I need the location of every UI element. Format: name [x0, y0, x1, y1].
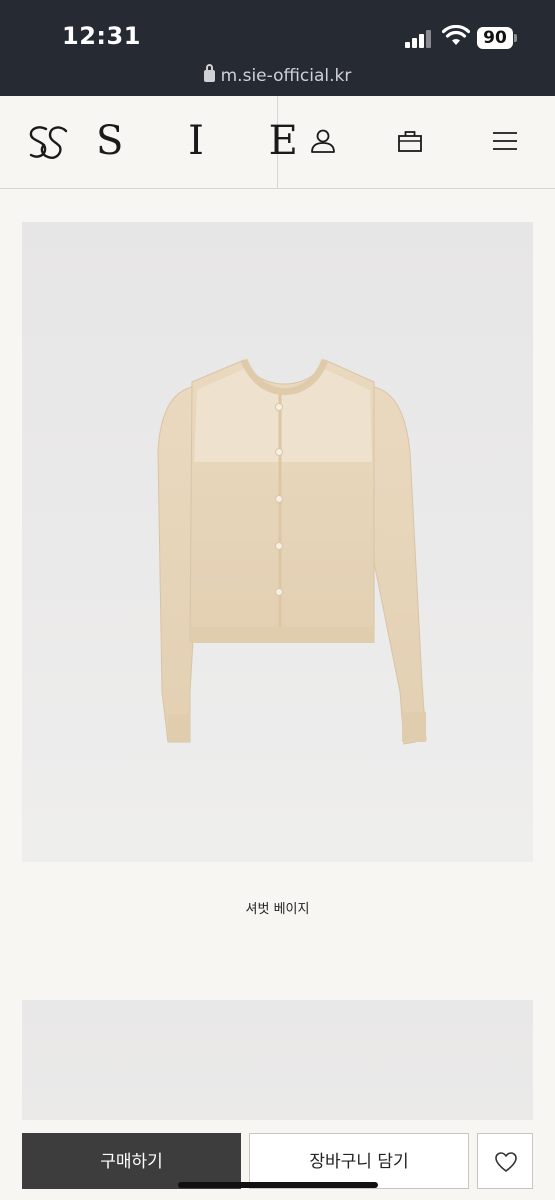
- buy-button[interactable]: 구매하기: [22, 1133, 241, 1189]
- battery-level: 90: [477, 27, 513, 49]
- bag-icon[interactable]: [396, 127, 424, 155]
- product-name[interactable]: 셔벗 베이지: [0, 898, 555, 917]
- status-bar: 12:31 90 m.sie-official.kr: [0, 0, 555, 96]
- lock-icon: [203, 64, 215, 82]
- user-icon[interactable]: [309, 127, 337, 155]
- product-image[interactable]: [22, 222, 533, 862]
- heart-icon: [495, 1152, 517, 1172]
- wishlist-button[interactable]: [477, 1133, 533, 1189]
- wifi-icon: [442, 25, 470, 45]
- brand-logo-icon[interactable]: [26, 123, 70, 163]
- battery-tip: [514, 34, 517, 42]
- add-to-cart-button[interactable]: 장바구니 담기: [249, 1133, 469, 1189]
- cellular-signal-icon: [405, 30, 433, 48]
- cardigan-illustration: [157, 358, 427, 745]
- menu-icon[interactable]: [491, 127, 519, 155]
- url-text: m.sie-official.kr: [220, 66, 352, 86]
- brand-wordmark[interactable]: S I E: [96, 118, 324, 164]
- address-bar[interactable]: m.sie-official.kr: [0, 64, 555, 86]
- home-indicator: [178, 1182, 378, 1188]
- status-time: 12:31: [62, 22, 141, 50]
